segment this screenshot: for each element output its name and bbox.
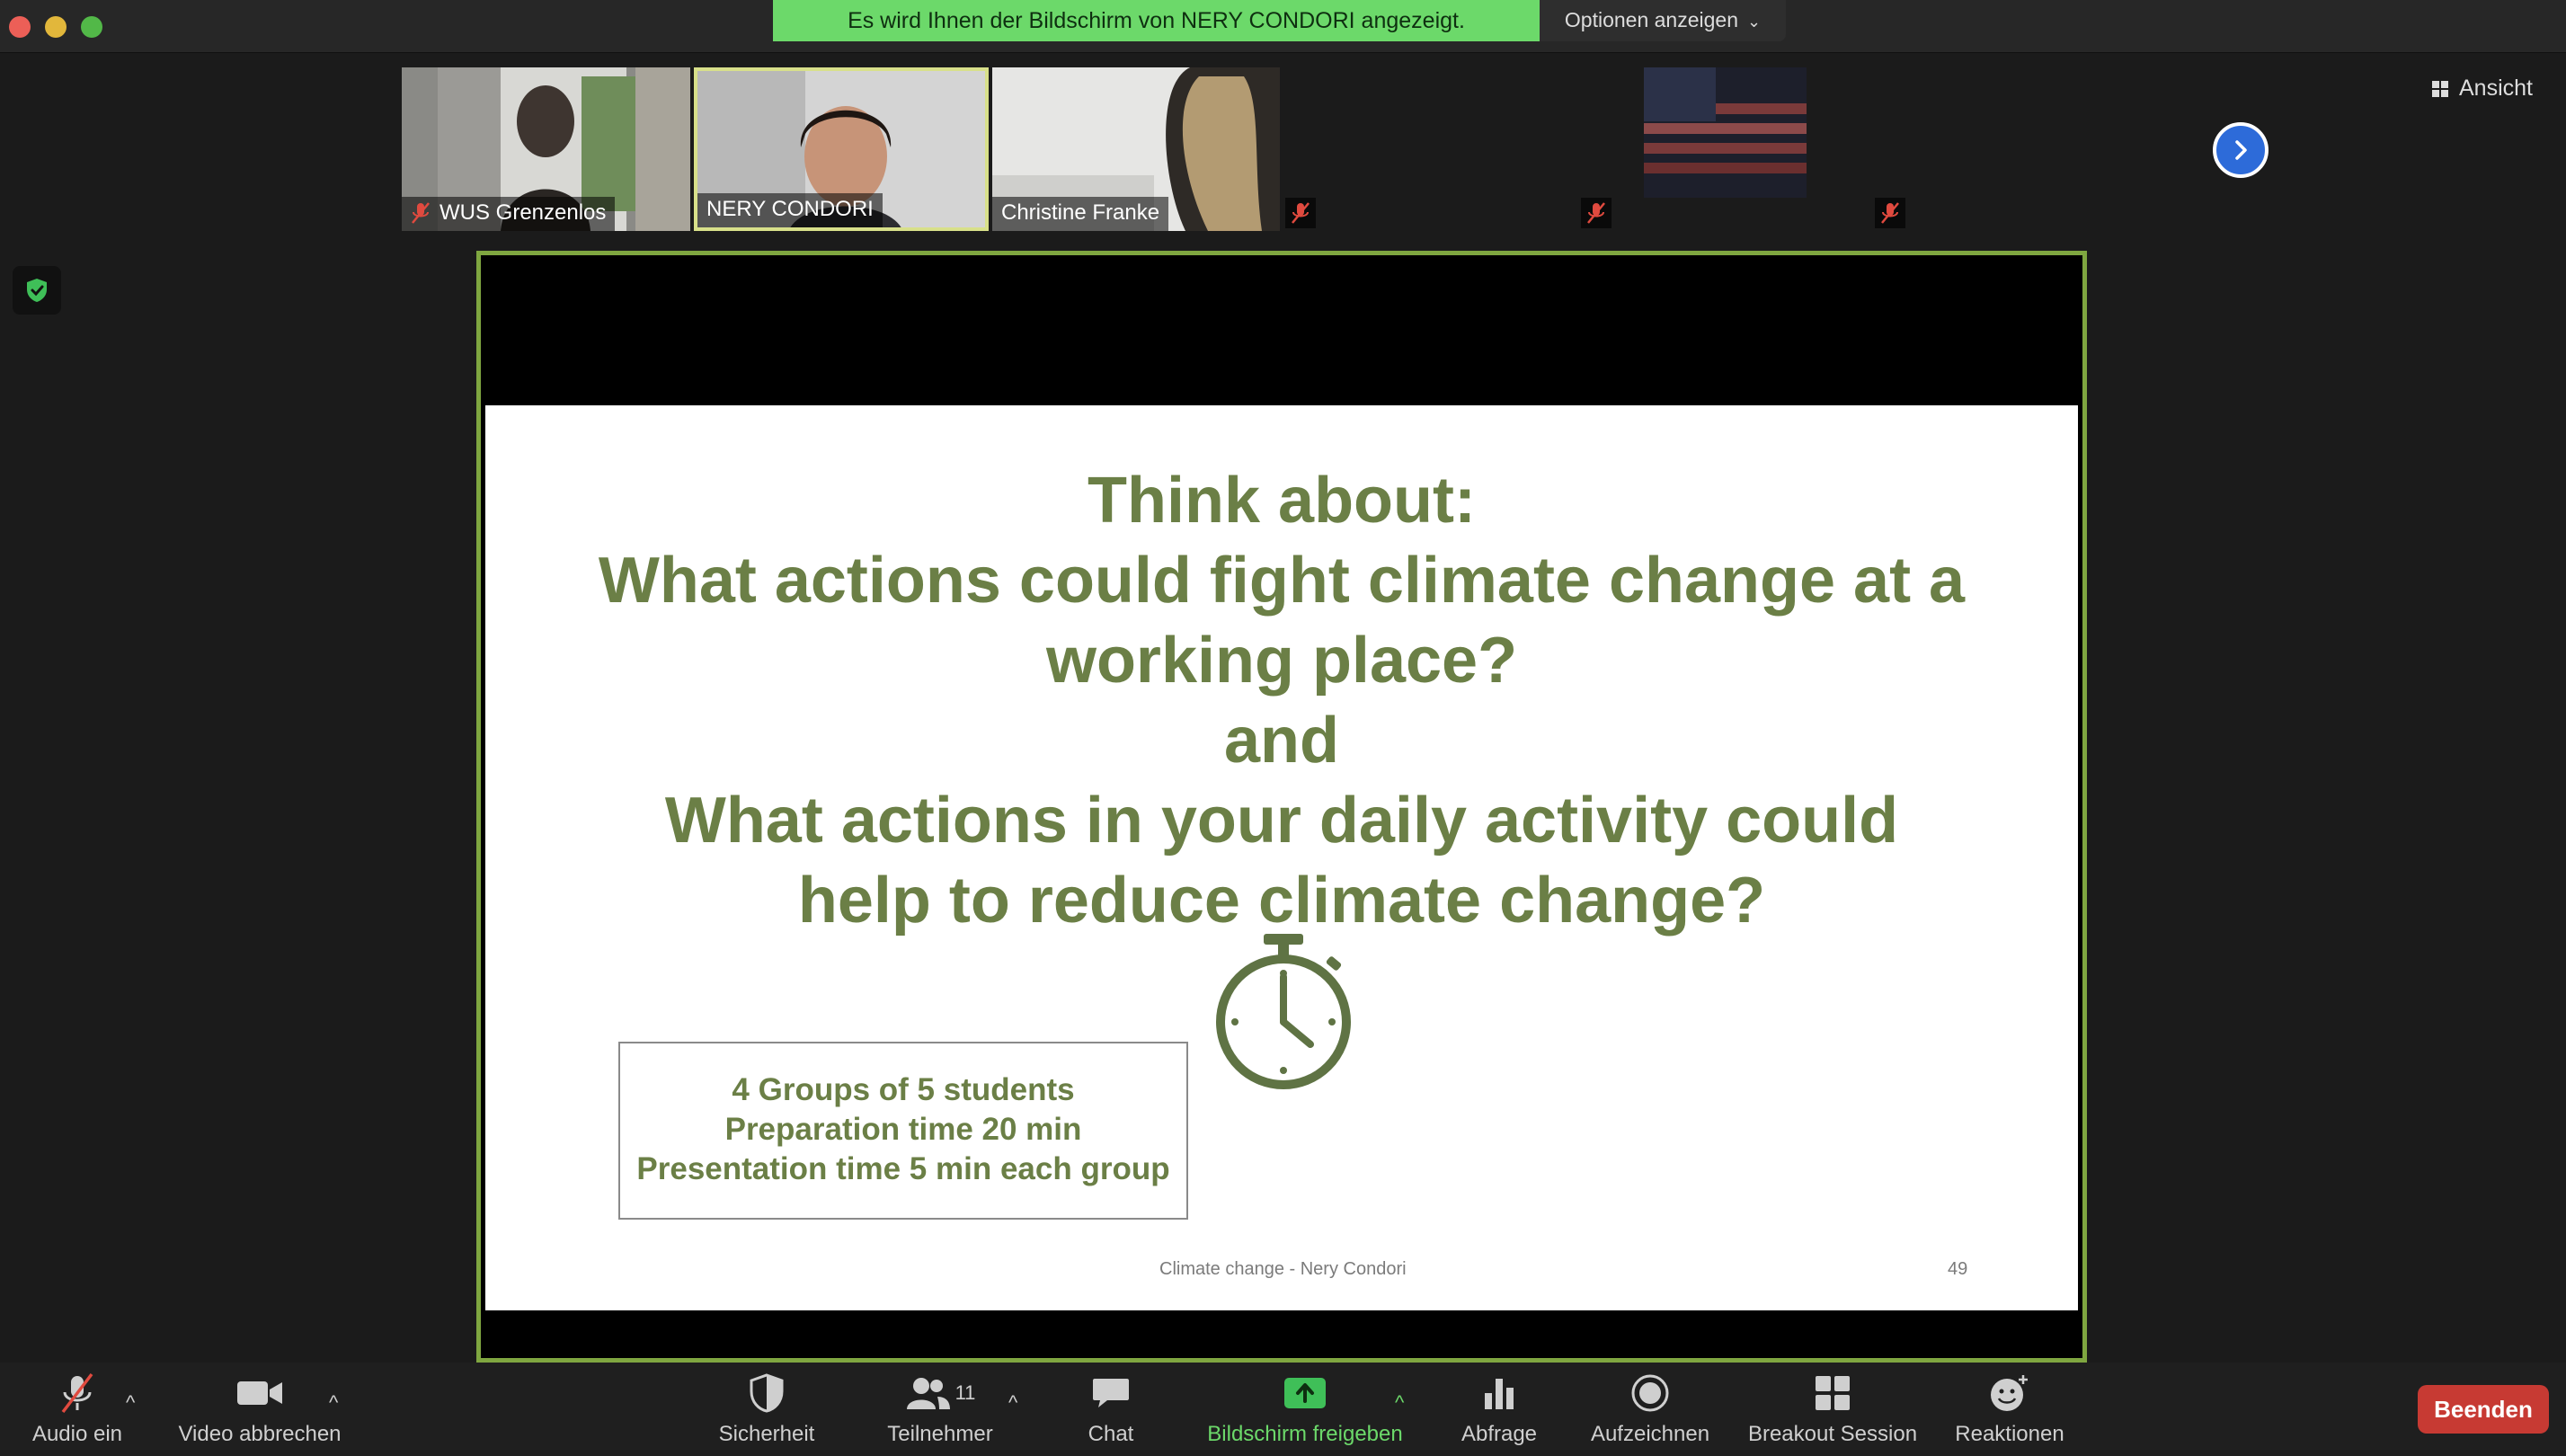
shield-icon (750, 1373, 784, 1413)
participant-tile[interactable] (1644, 67, 1807, 198)
breakout-session-label: Breakout Session (1747, 1422, 1918, 1446)
muted-mic-icon (1587, 202, 1605, 224)
reactions-button[interactable]: Reaktionen (1949, 1363, 2071, 1456)
encryption-badge[interactable] (13, 266, 61, 315)
audio-options-caret[interactable]: ^ (126, 1391, 135, 1415)
participants-icon (906, 1378, 950, 1409)
slide-title-line: What actions in your daily activity coul… (664, 785, 1899, 857)
participant-name: NERY CONDORI (706, 197, 874, 221)
participant-tile[interactable]: Christine Franke (992, 67, 1280, 231)
chevron-down-icon: ⌄ (1747, 13, 1762, 31)
participant-muted-indicator (1285, 198, 1316, 228)
screen-share-banner: Es wird Ihnen der Bildschirm von NERY CO… (773, 0, 1540, 41)
info-line: Preparation time 20 min (724, 1112, 1082, 1147)
reactions-label: Reaktionen (1955, 1422, 2064, 1446)
security-button[interactable]: Sicherheit (706, 1363, 827, 1456)
polls-label: Abfrage (1461, 1422, 1538, 1446)
presentation-slide: Think about: What actions could fight cl… (485, 405, 2078, 1310)
share-screen-label: Bildschirm freigeben (1207, 1422, 1403, 1446)
grid-view-icon (2432, 80, 2448, 97)
info-line: Presentation time 5 min each group (636, 1151, 1170, 1186)
polls-button[interactable]: Abfrage (1452, 1363, 1546, 1456)
record-label: Aufzeichnen (1590, 1422, 1710, 1446)
video-options-caret[interactable]: ^ (329, 1391, 338, 1415)
participants-options-caret[interactable]: ^ (1008, 1391, 1017, 1415)
share-screen-button[interactable]: Bildschirm freigeben (1197, 1363, 1413, 1456)
participants-button[interactable]: 11 Teilnehmer (877, 1363, 1003, 1456)
slide-title: Think about: What actions could fight cl… (485, 461, 2078, 941)
view-options-label: Optionen anzeigen (1564, 8, 1738, 31)
video-camera-icon (237, 1381, 282, 1405)
slide-title-line: working place? (1045, 625, 1518, 697)
participant-name: Christine Franke (1001, 200, 1160, 225)
video-button[interactable]: Video abbrechen (167, 1363, 352, 1456)
participant-count: 11 (954, 1381, 976, 1404)
participant-video (1644, 67, 1807, 198)
chat-bubble-icon (1093, 1379, 1129, 1407)
participant-name-tag: Christine Franke (992, 197, 1169, 231)
reaction-emoji-icon (1991, 1375, 2028, 1411)
slide-title-line: help to reduce climate change? (797, 865, 1766, 937)
view-options-button[interactable]: Optionen anzeigen ⌄ (1540, 0, 1786, 41)
record-button[interactable]: Aufzeichnen (1578, 1363, 1722, 1456)
video-label: Video abbrechen (178, 1422, 342, 1446)
audio-button[interactable]: Audio ein (20, 1363, 135, 1456)
info-line: 4 Groups of 5 students (732, 1072, 1075, 1107)
participant-muted-indicator (1581, 198, 1612, 228)
breakout-session-button[interactable]: Breakout Session (1742, 1363, 1923, 1456)
slide-title-line: Think about: (1088, 465, 1476, 537)
shield-check-icon (27, 279, 47, 302)
chat-button[interactable]: Chat (1075, 1363, 1147, 1456)
slide-page-number: 49 (1948, 1259, 1968, 1279)
minimize-window-button[interactable] (45, 16, 67, 38)
muted-mic-icon (412, 202, 430, 224)
next-participants-button[interactable] (2213, 122, 2269, 178)
chat-label: Chat (1088, 1422, 1134, 1446)
record-icon (1631, 1374, 1669, 1412)
share-screen-icon (1284, 1378, 1326, 1408)
info-box: 4 Groups of 5 students Preparation time … (618, 1042, 1188, 1220)
muted-mic-icon (1292, 202, 1310, 224)
meeting-toolbar: Audio ein ^ Video abbrechen ^ Sicherheit (0, 1363, 2566, 1456)
participant-muted-indicator (1875, 198, 1905, 228)
security-label: Sicherheit (718, 1422, 815, 1446)
participant-name-tag: WUS Grenzenlos (402, 197, 616, 231)
participant-tile[interactable]: WUS Grenzenlos (402, 67, 690, 231)
participant-name: WUS Grenzenlos (440, 200, 607, 225)
shared-screen: Think about: What actions could fight cl… (476, 251, 2087, 1363)
stopwatch-icon (1216, 934, 1351, 1089)
microphone-muted-icon (61, 1372, 93, 1414)
view-mode-button[interactable]: Ansicht (2432, 75, 2533, 102)
bar-chart-icon (1485, 1379, 1514, 1409)
participant-name-tag: NERY CONDORI (697, 193, 883, 227)
view-mode-label: Ansicht (2459, 75, 2533, 101)
chevron-right-icon (2235, 140, 2247, 160)
share-options-caret[interactable]: ^ (1395, 1391, 1404, 1415)
zoom-window-button[interactable] (81, 16, 102, 38)
slide-title-line: and (1223, 705, 1339, 777)
participant-tile-active[interactable]: NERY CONDORI (694, 67, 989, 231)
end-meeting-button[interactable]: Beenden (2418, 1385, 2549, 1434)
muted-mic-icon (1881, 202, 1899, 224)
participants-label: Teilnehmer (887, 1422, 993, 1446)
close-window-button[interactable] (9, 16, 31, 38)
slide-title-line: What actions could fight climate change … (598, 545, 1966, 617)
slide-footer: Climate change - Nery Condori (1159, 1259, 1407, 1279)
audio-label: Audio ein (31, 1422, 123, 1446)
breakout-rooms-icon (1816, 1376, 1850, 1410)
